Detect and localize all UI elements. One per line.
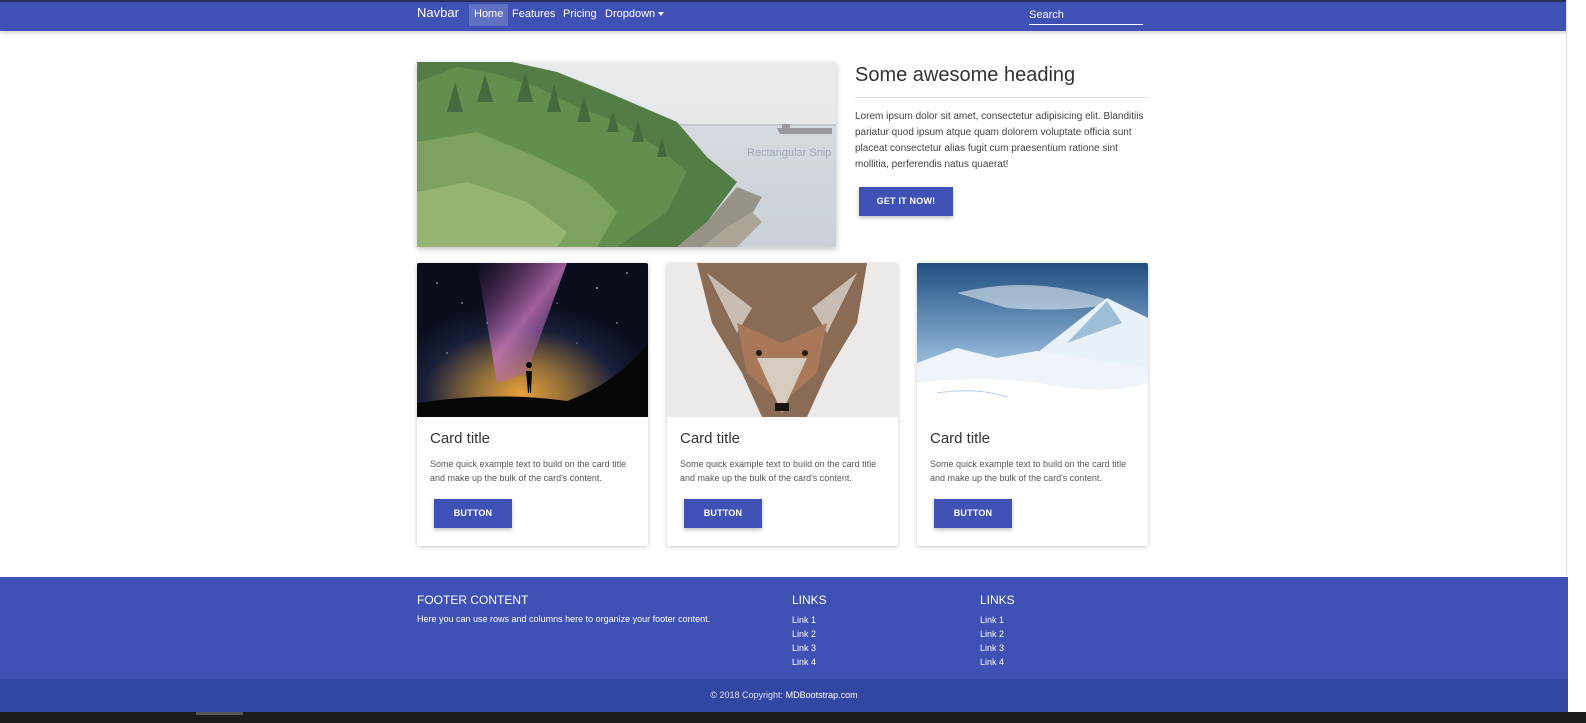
footer-link[interactable]: Link 4 xyxy=(792,655,816,669)
footer-links-title: LINKS xyxy=(980,593,1015,607)
nav-item-pricing[interactable]: Pricing xyxy=(558,4,602,26)
card-title: Card title xyxy=(930,430,991,447)
card: Card title Some quick example text to bu… xyxy=(917,263,1148,546)
nav-item-home[interactable]: Home xyxy=(469,4,509,26)
card-image xyxy=(917,263,1148,417)
milky-way-photo xyxy=(417,263,648,417)
get-it-now-button[interactable]: GET IT NOW! xyxy=(859,187,953,216)
copyright-text: © 2018 Copyright: xyxy=(710,690,784,700)
card-text: Some quick example text to build on the … xyxy=(430,459,627,483)
navbar-brand[interactable]: Navbar xyxy=(417,5,459,21)
card-button[interactable]: BUTTON xyxy=(934,499,1012,528)
rectangular-snip-label: Rectangular Snip xyxy=(747,147,832,159)
footer-link[interactable]: Link 1 xyxy=(792,613,816,627)
card-title: Card title xyxy=(680,430,741,447)
coyote-photo xyxy=(667,263,898,417)
footer-copyright: © 2018 Copyright: MDBootstrap.com xyxy=(0,679,1568,712)
footer-link[interactable]: Link 2 xyxy=(792,627,816,641)
navbar: Navbar Home Features Pricing Dropdown xyxy=(0,2,1568,31)
footer-links-list: Link 1 Link 2 Link 3 Link 4 xyxy=(792,613,816,669)
nav-item-dropdown[interactable]: Dropdown xyxy=(600,4,669,26)
card: Card title Some quick example text to bu… xyxy=(667,263,898,546)
card-text: Some quick example text to build on the … xyxy=(680,459,877,483)
footer-link[interactable]: Link 3 xyxy=(980,641,1004,655)
scrollbar-gutter[interactable] xyxy=(1566,0,1586,723)
card-image xyxy=(417,263,648,417)
search-input[interactable] xyxy=(1029,5,1143,25)
taskbar-tab[interactable] xyxy=(196,712,243,715)
footer-link[interactable]: Link 1 xyxy=(980,613,1004,627)
card-text: Some quick example text to build on the … xyxy=(930,459,1127,483)
card-button[interactable]: BUTTON xyxy=(434,499,512,528)
footer-description: Here you can use rows and columns here t… xyxy=(417,614,711,624)
footer-links-list: Link 1 Link 2 Link 3 Link 4 xyxy=(980,613,1004,669)
card-button[interactable]: BUTTON xyxy=(684,499,762,528)
caret-down-icon xyxy=(658,12,665,17)
card-image xyxy=(667,263,898,417)
hero-heading: Some awesome heading xyxy=(855,63,1148,98)
copyright-link[interactable]: MDBootstrap.com xyxy=(786,690,858,700)
footer-link[interactable]: Link 4 xyxy=(980,655,1004,669)
hero-text: Lorem ipsum dolor sit amet, consectetur … xyxy=(855,111,1144,170)
footer-link[interactable]: Link 2 xyxy=(980,627,1004,641)
footer-link[interactable]: Link 3 xyxy=(792,641,816,655)
nav-item-dropdown-label: Dropdown xyxy=(605,8,656,20)
footer: FOOTER CONTENT Here you can use rows and… xyxy=(0,577,1568,679)
card: Card title Some quick example text to bu… xyxy=(417,263,648,546)
footer-links-title: LINKS xyxy=(792,593,827,607)
snowy-mountain-photo xyxy=(917,263,1148,417)
card-title: Card title xyxy=(430,430,491,447)
nav-item-features[interactable]: Features xyxy=(507,4,560,26)
footer-title: FOOTER CONTENT xyxy=(417,593,529,607)
